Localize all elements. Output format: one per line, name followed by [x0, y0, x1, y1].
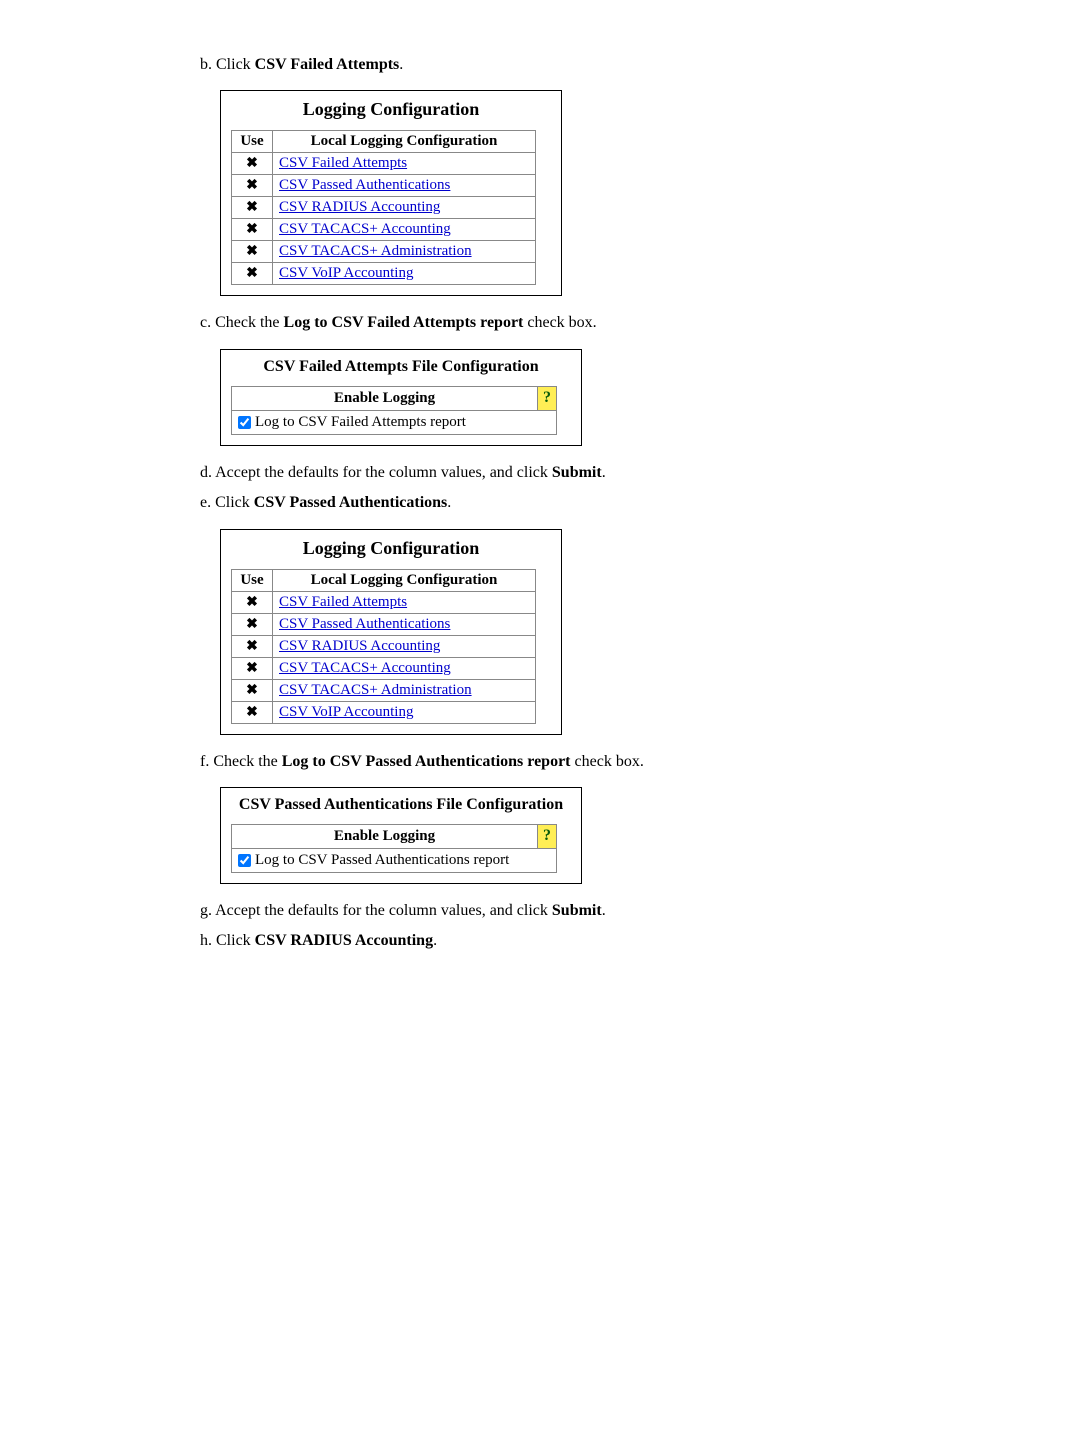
use-x-icon: ✖: [246, 705, 258, 720]
use-x-icon: ✖: [246, 156, 258, 171]
table-row: ✖ CSV Passed Authentications: [232, 175, 536, 197]
link-csv-voip-acct-2[interactable]: CSV VoIP Accounting: [279, 704, 413, 720]
use-x-icon: ✖: [246, 178, 258, 193]
col-name-header: Local Logging Configuration: [273, 131, 536, 153]
enable-logging-header-passed: Enable Logging: [232, 824, 538, 848]
table-row: ✖ CSV TACACS+ Administration: [232, 241, 536, 263]
log-to-csv-passed-label: Log to CSV Passed Authentications report: [255, 852, 509, 868]
step-g-suffix: .: [602, 902, 606, 919]
table-row: ✖ CSV TACACS+ Administration: [232, 679, 536, 701]
step-d-prefix: d. Accept the defaults for the column va…: [200, 464, 552, 481]
step-c-prefix: c. Check the: [200, 314, 284, 331]
passed-box-title: CSV Passed Authentications File Configur…: [231, 796, 571, 814]
step-h-bold: CSV RADIUS Accounting: [255, 932, 433, 949]
link-csv-radius-acct[interactable]: CSV RADIUS Accounting: [279, 199, 440, 215]
use-x-icon: ✖: [246, 595, 258, 610]
link-csv-voip-acct[interactable]: CSV VoIP Accounting: [279, 265, 413, 281]
link-csv-radius-acct-2[interactable]: CSV RADIUS Accounting: [279, 638, 440, 654]
logging-config-screenshot-1: Logging Configuration Use Local Logging …: [220, 90, 562, 296]
log-to-csv-failed-label: Log to CSV Failed Attempts report: [255, 414, 466, 430]
step-f-suffix: check box.: [571, 753, 644, 770]
enable-logging-table-failed: Enable Logging ? Log to CSV Failed Attem…: [231, 386, 557, 435]
link-csv-tacacs-acct-2[interactable]: CSV TACACS+ Accounting: [279, 660, 451, 676]
step-e-bold: CSV Passed Authentications: [254, 494, 448, 511]
log-to-csv-passed-checkbox[interactable]: [238, 854, 251, 867]
link-csv-tacacs-admin[interactable]: CSV TACACS+ Administration: [279, 243, 472, 259]
step-e-suffix: .: [447, 494, 451, 511]
step-d: d. Accept the defaults for the column va…: [200, 462, 1020, 484]
use-x-icon: ✖: [246, 244, 258, 259]
step-h-suffix: .: [433, 932, 437, 949]
step-d-suffix: .: [602, 464, 606, 481]
table-row: ✖ CSV Passed Authentications: [232, 613, 536, 635]
step-e-prefix: e. Click: [200, 494, 254, 511]
step-f-prefix: f. Check the: [200, 753, 282, 770]
table-row: ✖ CSV RADIUS Accounting: [232, 635, 536, 657]
step-g: g. Accept the defaults for the column va…: [200, 900, 1020, 922]
use-x-icon: ✖: [246, 639, 258, 654]
enable-logging-header: Enable Logging: [232, 386, 538, 410]
step-f: f. Check the Log to CSV Passed Authentic…: [200, 751, 1020, 773]
step-c: c. Check the Log to CSV Failed Attempts …: [200, 312, 1020, 334]
link-csv-failed-attempts[interactable]: CSV Failed Attempts: [279, 155, 407, 171]
step-b-prefix: b. Click: [200, 56, 255, 73]
step-e: e. Click CSV Passed Authentications.: [200, 492, 1020, 514]
help-icon[interactable]: ?: [543, 827, 551, 845]
step-c-suffix: check box.: [523, 314, 596, 331]
logging-config-title-2: Logging Configuration: [231, 538, 551, 559]
col-name-header-2: Local Logging Configuration: [273, 569, 536, 591]
failed-box-title: CSV Failed Attempts File Configuration: [231, 358, 571, 376]
use-x-icon: ✖: [246, 200, 258, 215]
use-x-icon: ✖: [246, 661, 258, 676]
logging-config-table: Use Local Logging Configuration ✖ CSV Fa…: [231, 130, 536, 285]
failed-attempts-config-screenshot: CSV Failed Attempts File Configuration E…: [220, 349, 582, 446]
step-b-bold: CSV Failed Attempts: [255, 56, 400, 73]
log-to-csv-failed-checkbox[interactable]: [238, 416, 251, 429]
table-row: ✖ CSV TACACS+ Accounting: [232, 219, 536, 241]
table-row: ✖ CSV Failed Attempts: [232, 591, 536, 613]
enable-logging-row: Log to CSV Failed Attempts report: [232, 410, 557, 434]
use-x-icon: ✖: [246, 266, 258, 281]
use-x-icon: ✖: [246, 683, 258, 698]
logging-config-screenshot-2: Logging Configuration Use Local Logging …: [220, 529, 562, 735]
logging-config-table-2: Use Local Logging Configuration ✖ CSV Fa…: [231, 569, 536, 724]
step-h-prefix: h. Click: [200, 932, 255, 949]
step-b-suffix: .: [399, 56, 403, 73]
help-icon[interactable]: ?: [543, 389, 551, 407]
link-csv-failed-attempts-2[interactable]: CSV Failed Attempts: [279, 594, 407, 610]
col-use-header: Use: [232, 131, 273, 153]
link-csv-tacacs-acct[interactable]: CSV TACACS+ Accounting: [279, 221, 451, 237]
step-g-prefix: g. Accept the defaults for the column va…: [200, 902, 552, 919]
step-h: h. Click CSV RADIUS Accounting.: [200, 930, 1020, 952]
table-row: ✖ CSV Failed Attempts: [232, 153, 536, 175]
step-b: b. Click CSV Failed Attempts.: [200, 54, 1020, 76]
step-g-bold: Submit: [552, 902, 602, 919]
link-csv-passed-auth-2[interactable]: CSV Passed Authentications: [279, 616, 450, 632]
table-row: ✖ CSV VoIP Accounting: [232, 701, 536, 723]
use-x-icon: ✖: [246, 222, 258, 237]
link-csv-passed-auth[interactable]: CSV Passed Authentications: [279, 177, 450, 193]
logging-config-title: Logging Configuration: [231, 99, 551, 120]
step-d-bold: Submit: [552, 464, 602, 481]
table-row: ✖ CSV VoIP Accounting: [232, 263, 536, 285]
step-f-bold: Log to CSV Passed Authentications report: [282, 753, 571, 770]
passed-auth-config-screenshot: CSV Passed Authentications File Configur…: [220, 787, 582, 884]
use-x-icon: ✖: [246, 617, 258, 632]
enable-logging-row-passed: Log to CSV Passed Authentications report: [232, 848, 557, 872]
link-csv-tacacs-admin-2[interactable]: CSV TACACS+ Administration: [279, 682, 472, 698]
table-row: ✖ CSV TACACS+ Accounting: [232, 657, 536, 679]
table-row: ✖ CSV RADIUS Accounting: [232, 197, 536, 219]
col-use-header-2: Use: [232, 569, 273, 591]
enable-logging-table-passed: Enable Logging ? Log to CSV Passed Authe…: [231, 824, 557, 873]
step-c-bold: Log to CSV Failed Attempts report: [284, 314, 524, 331]
